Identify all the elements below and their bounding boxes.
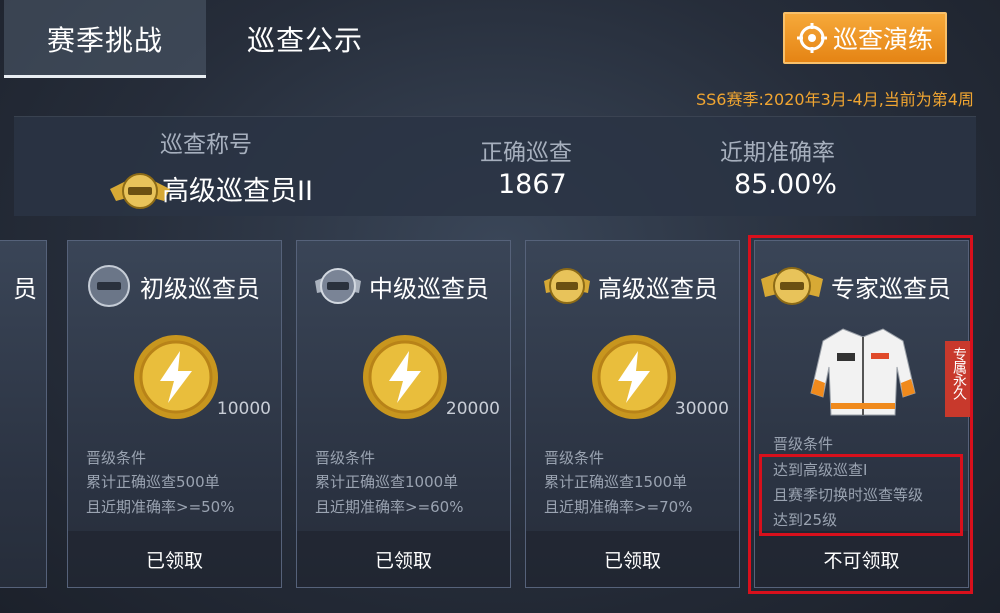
reward-amount: 30000 [674,399,729,419]
accuracy-value: 85.00% [734,169,837,200]
tab-patrol-announcement[interactable]: 巡查公示 [220,0,390,78]
card-title: 高级巡查员 [598,275,718,303]
partial-card-title: 员 [13,275,37,303]
season-info: SS6赛季:2020年3月-4月,当前为第4周 [695,90,974,109]
partial-card[interactable]: 员 00 [0,240,47,588]
expert-card-highlight [748,235,973,594]
reward-card-junior[interactable]: 初级巡查员 10000 晋级条件 累计正确巡查500单 且近期准确率>=50% … [67,240,282,588]
condition-line: 且近期准确率>=50% [86,498,235,516]
reward-card-senior[interactable]: 高级巡查员 30000 晋级条件 累计正确巡查1500单 且近期准确率>=70%… [525,240,740,588]
accuracy-label: 近期准确率 [720,140,835,166]
reward-amount: 10000 [216,399,271,419]
title-value: 高级巡查员II [162,176,313,207]
card-title: 初级巡查员 [140,275,260,303]
correct-value: 1867 [498,169,567,200]
claim-button[interactable]: 已领取 [297,531,510,587]
reward-card-intermediate[interactable]: 中级巡查员 20000 晋级条件 累计正确巡查1000单 且近期准确率>=60%… [296,240,511,588]
tab-season-challenge[interactable]: 赛季挑战 [4,0,206,78]
condition-line: 累计正确巡查1000单 [315,473,459,491]
top-bar: 赛季挑战 巡查公示 巡查演练 [0,0,1000,78]
condition-title: 晋级条件 [86,449,147,467]
patrol-drill-button[interactable]: 巡查演练 [783,12,947,64]
title-label: 巡查称号 [160,132,252,158]
condition-line: 且近期准确率>=60% [315,498,464,516]
card-title: 中级巡查员 [369,275,489,303]
condition-line: 且近期准确率>=70% [544,498,693,516]
stats-panel: 巡查称号 高级巡查员II 正确巡查 1867 近期准确率 85.00% [14,116,976,216]
claim-button[interactable]: 已领取 [526,531,739,587]
expert-condition-highlight [759,454,963,536]
silver-winged-badge-icon [315,268,361,304]
lightning-coin-icon [134,335,218,419]
claim-button[interactable]: 已领取 [68,531,281,587]
condition-line: 累计正确巡查1500单 [544,473,688,491]
patrol-drill-label: 巡查演练 [832,25,933,54]
reward-amount: 20000 [445,399,500,419]
correct-label: 正确巡查 [480,140,572,166]
gold-winged-badge-icon [544,268,590,304]
lightning-coin-icon [363,335,447,419]
crosshair-icon [796,23,827,53]
condition-title: 晋级条件 [544,449,605,467]
condition-line: 累计正确巡查500单 [86,473,220,491]
condition-title: 晋级条件 [315,449,376,467]
silver-badge-icon [88,265,130,307]
lightning-coin-icon [592,335,676,419]
